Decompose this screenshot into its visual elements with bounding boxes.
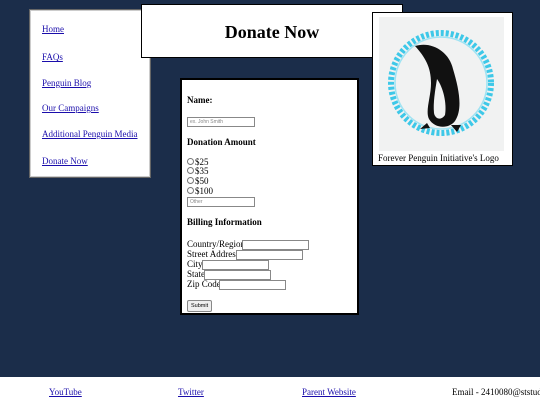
nav-link-faqs[interactable]: FAQs xyxy=(42,52,63,62)
zip-input[interactable] xyxy=(219,280,286,290)
radio-icon[interactable] xyxy=(187,177,194,185)
state-label: State xyxy=(187,269,205,279)
city-input[interactable] xyxy=(202,260,269,270)
logo-caption: Forever Penguin Initiative's Logo xyxy=(378,153,499,163)
nav-link-home[interactable]: Home xyxy=(42,24,64,34)
radio-icon[interactable] xyxy=(187,187,194,195)
name-heading: Name: xyxy=(187,95,213,105)
page-title: Donate Now xyxy=(224,22,320,42)
nav-link-additional-media[interactable]: Additional Penguin Media xyxy=(42,129,138,139)
zip-label: Zip Code xyxy=(187,279,221,289)
donation-amount-heading: Donation Amount xyxy=(187,137,256,147)
logo-panel: Forever Penguin Initiative's Logo xyxy=(372,12,513,166)
street-input[interactable] xyxy=(236,250,303,260)
footer-link-parent-website[interactable]: Parent Website xyxy=(302,387,356,397)
penguin-logo-icon xyxy=(388,30,494,136)
country-input[interactable] xyxy=(242,240,309,250)
footer-email: Email - 2410080@ststude xyxy=(452,387,540,397)
sidebar-nav: Home FAQs Penguin Blog Our Campaigns Add… xyxy=(29,9,151,178)
amount-option-35[interactable]: $35 xyxy=(187,166,209,176)
footer-link-youtube[interactable]: YouTube xyxy=(49,387,82,397)
footer-link-twitter[interactable]: Twitter xyxy=(178,387,204,397)
amount-option-100[interactable]: $100 xyxy=(187,186,213,196)
billing-heading: Billing Information xyxy=(187,217,262,227)
submit-button[interactable]: Submit xyxy=(187,300,213,312)
donation-form: Name: ex. John Smith Donation Amount $25… xyxy=(180,78,359,315)
name-input[interactable]: ex. John Smith xyxy=(187,117,255,127)
nav-link-donate-now[interactable]: Donate Now xyxy=(42,156,88,166)
logo-image xyxy=(379,17,504,151)
radio-icon[interactable] xyxy=(187,158,194,166)
other-amount-input[interactable]: Other xyxy=(187,197,255,207)
city-label: City xyxy=(187,259,203,269)
nav-link-penguin-blog[interactable]: Penguin Blog xyxy=(42,78,91,88)
country-label: Country/Region xyxy=(187,239,245,249)
street-label: Street Address xyxy=(187,249,240,259)
amount-option-50[interactable]: $50 xyxy=(187,176,209,186)
radio-icon[interactable] xyxy=(187,167,194,175)
header-box: Donate Now xyxy=(141,4,403,58)
nav-link-our-campaigns[interactable]: Our Campaigns xyxy=(42,103,99,113)
